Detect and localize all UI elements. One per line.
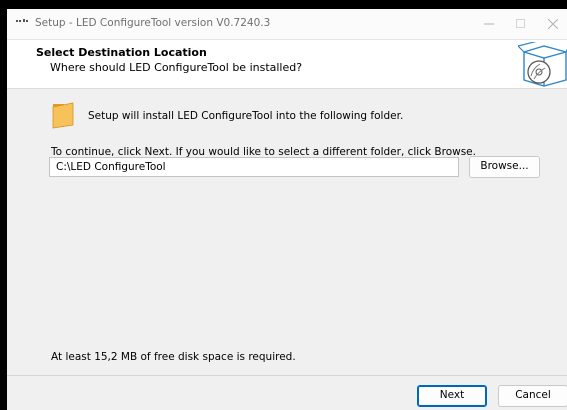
installer-box-disc-icon	[518, 42, 567, 87]
next-button[interactable]: Next	[417, 385, 487, 407]
window-title: Setup - LED ConfigureTool version V0.724…	[35, 17, 271, 29]
maximize-icon	[516, 19, 525, 28]
minimize-button[interactable]	[473, 9, 505, 39]
disk-space-text: At least 15,2 MB of free disk space is r…	[51, 351, 296, 363]
setup-window: Setup - LED ConfigureTool version V0.724…	[7, 9, 567, 410]
install-info-text: Setup will install LED ConfigureTool int…	[88, 110, 404, 122]
footer-divider	[7, 375, 567, 376]
page-title: Select Destination Location	[36, 46, 207, 59]
browse-button[interactable]: Browse...	[469, 156, 540, 178]
wizard-header: Select Destination Location Where should…	[7, 40, 567, 89]
destination-path-input[interactable]	[49, 157, 459, 177]
title-bar[interactable]: Setup - LED ConfigureTool version V0.724…	[7, 9, 567, 40]
page-subtitle: Where should LED ConfigureTool be instal…	[50, 61, 303, 74]
folder-icon	[52, 102, 74, 129]
minimize-icon	[484, 23, 494, 25]
close-button[interactable]	[537, 9, 567, 39]
cancel-button[interactable]: Cancel	[498, 385, 567, 407]
close-icon	[548, 19, 558, 29]
maximize-button[interactable]	[505, 9, 537, 39]
app-icon	[16, 19, 28, 22]
